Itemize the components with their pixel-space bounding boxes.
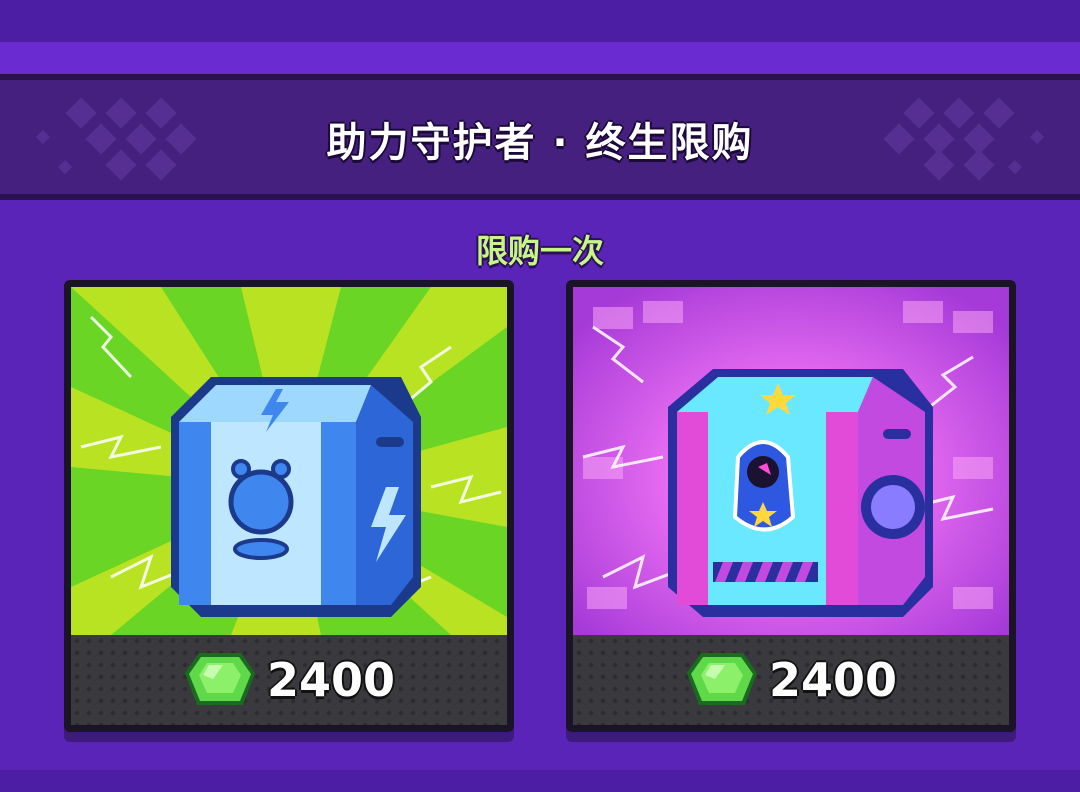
lightning-box-icon [171, 377, 421, 617]
offer-card-blue-box[interactable]: 2400 [64, 280, 514, 732]
page-title: 助力守护者 · 终生限购 [326, 120, 754, 166]
purchase-limit-label: 限购一次 [475, 232, 604, 270]
green-gem-icon [184, 653, 255, 705]
star-box-icon [668, 369, 933, 617]
pink-star-box-art [573, 287, 1009, 635]
green-gem-icon [686, 653, 757, 705]
price-value: 2400 [768, 653, 898, 707]
price-value: 2400 [266, 653, 396, 707]
price-bar[interactable]: 2400 [573, 635, 1009, 725]
bottom-strip [0, 770, 1080, 792]
blue-lightning-box-art [71, 287, 507, 635]
offer-card-pink-box[interactable]: 2400 [566, 280, 1016, 732]
top-strip [0, 0, 1080, 42]
price-bar[interactable]: 2400 [71, 635, 507, 725]
top-band [0, 42, 1080, 74]
header-banner: 助力守护者 · 终生限购 [0, 74, 1080, 200]
